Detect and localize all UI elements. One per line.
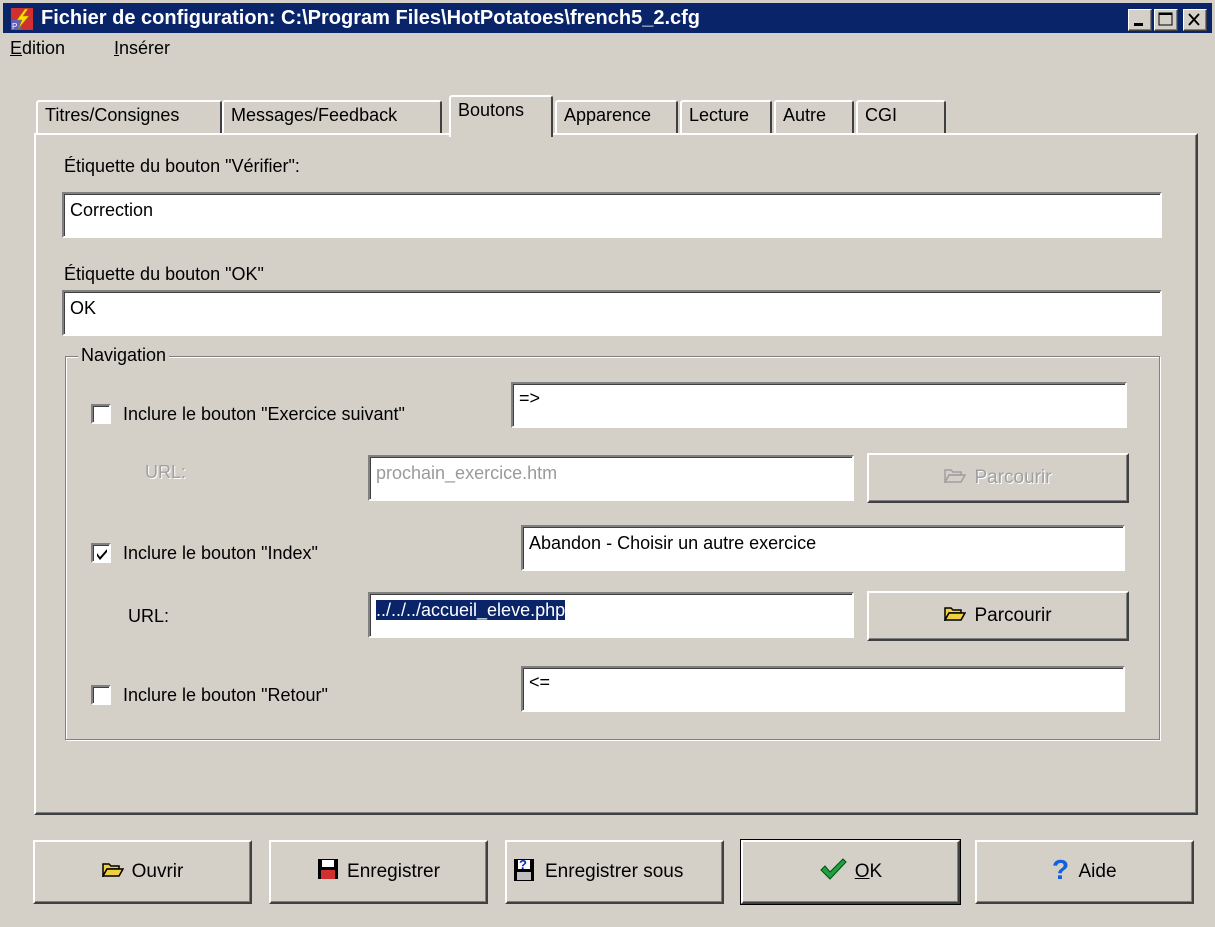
- index-url-label: URL:: [128, 606, 170, 626]
- open-button-label: Ouvrir: [131, 861, 184, 882]
- save-button-label: Enregistrer: [347, 861, 440, 882]
- back-checkbox[interactable]: [91, 685, 111, 705]
- check-icon: [819, 858, 847, 886]
- back-input[interactable]: <=: [521, 666, 1125, 712]
- next-url-input[interactable]: prochain_exercice.htm: [368, 455, 854, 501]
- next-url-label: URL:: [145, 462, 187, 482]
- ok-button-label: OK: [854, 861, 883, 882]
- index-label[interactable]: Inclure le bouton "Index": [123, 543, 318, 564]
- svg-text:?: ?: [519, 857, 527, 872]
- ok-input[interactable]: OK: [62, 290, 1162, 336]
- save-as-button[interactable]: ? Enregistrer sous: [505, 840, 724, 904]
- help-icon: ?: [1052, 854, 1070, 888]
- window-title: Fichier de configuration: C:\Program Fil…: [41, 7, 700, 29]
- folder-open-icon: [944, 605, 967, 627]
- next-exercise-label[interactable]: Inclure le bouton "Exercice suivant": [123, 404, 405, 425]
- folder-open-icon: [944, 467, 967, 489]
- tab-boutons[interactable]: Boutons: [449, 95, 553, 137]
- index-browse-label: Parcourir: [974, 605, 1052, 626]
- folder-open-icon: [101, 861, 124, 883]
- back-label[interactable]: Inclure le bouton "Retour": [123, 685, 328, 706]
- index-url-input[interactable]: ../../../accueil_eleve.php: [368, 592, 854, 638]
- minimize-button[interactable]: [1128, 9, 1152, 31]
- svg-text:?: ?: [1052, 856, 1069, 882]
- next-exercise-checkbox[interactable]: [91, 404, 111, 424]
- index-url-selection: ../../../accueil_eleve.php: [376, 600, 566, 620]
- index-checkbox[interactable]: [91, 543, 111, 563]
- index-input[interactable]: Abandon - Choisir un autre exercice: [521, 525, 1125, 571]
- floppy-disk-icon: [317, 858, 339, 886]
- menu-edition[interactable]: Edition: [10, 38, 65, 59]
- next-browse-label: Parcourir: [974, 467, 1052, 488]
- maximize-button[interactable]: [1154, 9, 1178, 31]
- app-icon[interactable]: P: [11, 8, 33, 31]
- verifier-label: Étiquette du bouton "Vérifier":: [64, 156, 300, 176]
- help-button-label: Aide: [1078, 861, 1117, 882]
- svg-text:P: P: [12, 22, 17, 30]
- tab-apparence[interactable]: Apparence: [555, 100, 678, 133]
- tab-cgi[interactable]: CGI: [856, 100, 946, 133]
- tab-lecture[interactable]: Lecture: [680, 100, 772, 133]
- ok-button[interactable]: OK: [740, 839, 961, 905]
- close-button[interactable]: [1183, 9, 1207, 31]
- ok-label: Étiquette du bouton "OK": [64, 264, 264, 284]
- tab-messages-feedback[interactable]: Messages/Feedback: [222, 100, 442, 133]
- index-browse-button[interactable]: Parcourir: [867, 591, 1129, 641]
- save-button[interactable]: Enregistrer: [269, 840, 488, 904]
- navigation-legend: Navigation: [78, 345, 170, 366]
- menu-inserer-label: nsérer: [119, 38, 171, 58]
- tab-autre[interactable]: Autre: [774, 100, 854, 133]
- next-browse-button[interactable]: Parcourir: [867, 453, 1129, 503]
- save-as-icon: ?: [513, 856, 537, 888]
- menu-edition-accel: E: [10, 38, 23, 58]
- menu-edition-label: dition: [22, 38, 66, 58]
- save-as-button-label: Enregistrer sous: [545, 861, 684, 882]
- tab-titres-consignes[interactable]: Titres/Consignes: [36, 100, 222, 133]
- menu-inserer[interactable]: Insérer: [114, 38, 170, 59]
- verifier-input[interactable]: Correction: [62, 192, 1162, 238]
- title-bar[interactable]: P Fichier de configuration: C:\Program F…: [3, 3, 1212, 33]
- help-button[interactable]: ? Aide: [975, 840, 1194, 904]
- next-exercise-input[interactable]: =>: [511, 382, 1127, 428]
- open-button[interactable]: Ouvrir: [33, 840, 252, 904]
